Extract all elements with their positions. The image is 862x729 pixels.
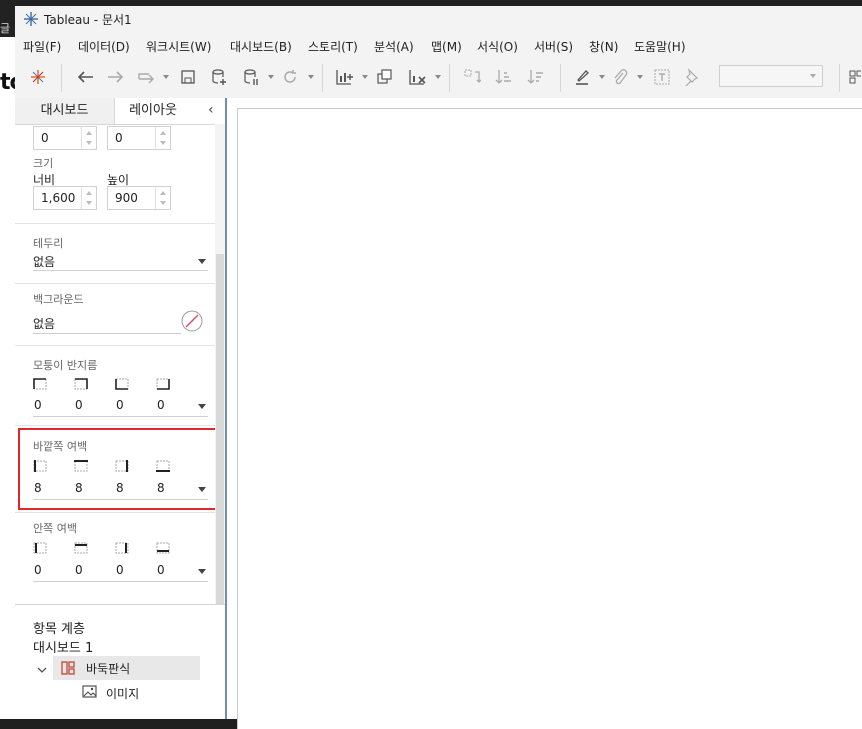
menu-file[interactable]: 파일(F) bbox=[23, 38, 61, 55]
border-dropdown[interactable]: 없음 bbox=[33, 250, 208, 272]
new-datasource-icon[interactable] bbox=[208, 66, 230, 88]
padding-top-icon bbox=[74, 542, 88, 554]
corner-top-right-icon bbox=[74, 378, 88, 390]
tab-layout[interactable]: 레이아웃 bbox=[115, 98, 191, 124]
height-spinner[interactable]: 900 bbox=[107, 186, 171, 210]
save-icon[interactable] bbox=[178, 66, 198, 88]
padding-bottom-icon bbox=[156, 542, 170, 554]
back-icon[interactable] bbox=[74, 66, 96, 88]
highlight-icon[interactable] bbox=[571, 66, 593, 88]
background-window-edge: 글 tc bbox=[0, 0, 23, 719]
edge-glyph: 글 bbox=[0, 22, 11, 35]
sort-asc-icon[interactable] bbox=[493, 66, 515, 88]
label-icon[interactable] bbox=[651, 66, 673, 88]
chevron-down-icon bbox=[198, 569, 206, 574]
collapse-panel-icon[interactable]: ‹ bbox=[208, 102, 214, 118]
corner-bottom-left-icon bbox=[115, 378, 129, 390]
position-x-spinner[interactable]: 0 bbox=[33, 126, 97, 150]
corner-radius-dropdown[interactable]: 0 0 0 0 bbox=[33, 396, 208, 418]
new-worksheet-icon[interactable] bbox=[333, 66, 357, 88]
chevron-down-icon bbox=[198, 404, 206, 409]
refresh-icon[interactable] bbox=[279, 66, 301, 88]
tableau-window: Tableau - 문서1 파일(F) 데이터(D) 워크시트(W) 대시보드(… bbox=[15, 6, 862, 729]
redo-icon[interactable] bbox=[136, 66, 158, 88]
tree-item-tiled-label: 바둑판식 bbox=[86, 662, 131, 676]
inner-padding-label: 안쪽 여백 bbox=[33, 522, 77, 535]
menu-format[interactable]: 서식(O) bbox=[477, 38, 518, 55]
size-label: 크기 bbox=[33, 157, 54, 170]
item-hierarchy-title: 항목 계층 bbox=[33, 622, 85, 637]
corner-radius-label: 모퉁이 반지름 bbox=[33, 359, 98, 372]
no-color-icon[interactable] bbox=[181, 310, 203, 335]
menu-map[interactable]: 맵(M) bbox=[431, 38, 462, 55]
menu-help[interactable]: 도움말(H) bbox=[634, 38, 686, 55]
window-title: Tableau - 문서1 bbox=[44, 13, 132, 27]
pause-updates-icon[interactable] bbox=[240, 66, 262, 88]
tree-item-image-label: 이미지 bbox=[106, 687, 140, 701]
corner-bottom-right-icon bbox=[156, 378, 170, 390]
menu-server[interactable]: 서버(S) bbox=[534, 38, 573, 55]
image-icon bbox=[82, 685, 97, 701]
tree-item-tiled[interactable]: 바둑판식 bbox=[53, 656, 200, 680]
sort-desc-icon[interactable] bbox=[525, 66, 547, 88]
menu-window[interactable]: 창(N) bbox=[589, 38, 618, 55]
menu-worksheet[interactable]: 워크시트(W) bbox=[146, 38, 211, 55]
menu-dashboard[interactable]: 대시보드(B) bbox=[230, 38, 292, 55]
left-panel: 대시보드 레이아웃 ‹ 0 0 크기 너비 높이 1,600 900 테두리 없 bbox=[15, 98, 225, 719]
chevron-down-icon bbox=[198, 259, 206, 264]
tableau-app-icon bbox=[23, 11, 39, 27]
title-bar[interactable]: Tableau - 문서1 bbox=[15, 6, 862, 32]
panel-scrollbar[interactable] bbox=[215, 124, 225, 604]
border-label: 테두리 bbox=[33, 237, 64, 250]
menu-data[interactable]: 데이터(D) bbox=[78, 38, 130, 55]
dashboard-canvas-area bbox=[227, 98, 862, 729]
corner-top-left-icon bbox=[33, 378, 47, 390]
show-me-icon[interactable] bbox=[847, 66, 862, 88]
duplicate-icon[interactable] bbox=[374, 66, 396, 88]
pin-icon[interactable] bbox=[681, 66, 703, 88]
menu-story[interactable]: 스토리(T) bbox=[308, 38, 358, 55]
tableau-logo-icon[interactable] bbox=[27, 66, 49, 88]
padding-right-icon bbox=[115, 542, 129, 554]
background-control[interactable]: 없음 bbox=[33, 308, 208, 334]
clear-icon[interactable] bbox=[406, 66, 430, 88]
tiled-layout-icon bbox=[61, 661, 75, 678]
dashboard-canvas[interactable] bbox=[237, 108, 862, 729]
position-y-spinner[interactable]: 0 bbox=[107, 126, 171, 150]
inner-padding-dropdown[interactable]: 0 0 0 0 bbox=[33, 561, 208, 583]
panel-tabs: 대시보드 레이아웃 ‹ bbox=[15, 98, 225, 125]
chevron-down-icon[interactable] bbox=[37, 663, 47, 677]
tab-dashboard[interactable]: 대시보드 bbox=[15, 98, 115, 124]
outer-padding-highlight bbox=[18, 428, 220, 510]
attach-icon[interactable] bbox=[610, 66, 630, 88]
fit-combo[interactable] bbox=[719, 65, 823, 87]
menu-analysis[interactable]: 분석(A) bbox=[374, 38, 414, 55]
tree-item-image[interactable]: 이미지 bbox=[75, 682, 200, 704]
background-label: 백그라운드 bbox=[33, 293, 84, 306]
forward-icon[interactable] bbox=[105, 66, 127, 88]
width-spinner[interactable]: 1,600 bbox=[33, 186, 97, 210]
menu-bar: 파일(F) 데이터(D) 워크시트(W) 대시보드(B) 스토리(T) 분석(A… bbox=[15, 32, 862, 58]
hierarchy-root[interactable]: 대시보드 1 bbox=[33, 637, 93, 656]
swap-icon[interactable] bbox=[461, 66, 483, 88]
padding-left-icon bbox=[33, 542, 47, 554]
